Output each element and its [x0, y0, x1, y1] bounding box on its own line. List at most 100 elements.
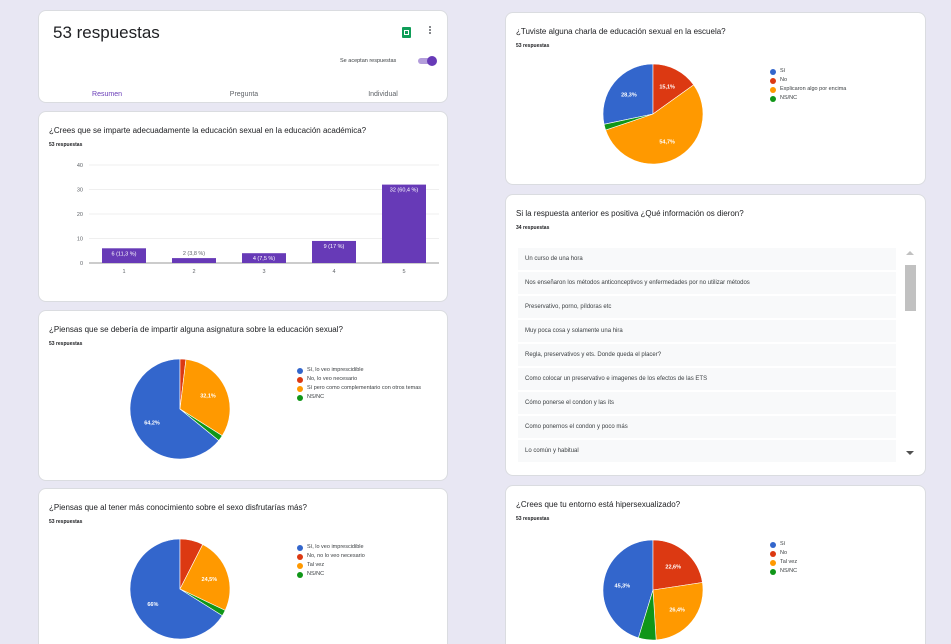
question-card-hypersexualized: ¿Crees que tu entorno está hipersexualiz… [505, 485, 926, 644]
legend-item: No [770, 550, 910, 557]
bar [172, 258, 216, 263]
list-item: Preservativo, porno, píldoras etc [518, 296, 896, 318]
chart-legend: Sí, lo veo imprescidible No, lo veo nece… [297, 367, 437, 403]
question-title: ¿Tuviste alguna charla de educación sexu… [516, 27, 726, 36]
question-title: Si la respuesta anterior es positiva ¿Qu… [516, 209, 744, 218]
x-tick-label: 5 [402, 269, 405, 275]
tab-pregunta[interactable]: Pregunta [214, 83, 274, 102]
slice-label: 15,1% [659, 84, 675, 90]
slice-label: 24,5% [202, 577, 218, 583]
legend-label: Sí, lo veo imprescidible [307, 544, 364, 550]
bar [382, 184, 426, 263]
legend-item: NS/NC [297, 571, 437, 578]
legend-label: NS/NC [780, 95, 798, 101]
sheets-icon[interactable] [402, 27, 411, 38]
legend-item: NS/NC [770, 95, 910, 102]
slice-label: 22,6% [665, 564, 681, 570]
data-label: 6 (11,3 %) [112, 251, 137, 257]
pie-chart: 64,2% 32,1% [129, 358, 231, 460]
tab-resumen[interactable]: Resumen [77, 83, 137, 102]
summary-header-card: 53 respuestas Se aceptan respuestas Resu… [38, 10, 448, 103]
tab-resumen-label: Resumen [92, 91, 122, 98]
legend-label: Tal vez [307, 562, 325, 568]
legend-label: Sí [780, 541, 786, 547]
accepting-responses-toggle[interactable] [418, 56, 437, 66]
y-tick-label: 30 [77, 188, 83, 194]
tab-individual[interactable]: Individual [353, 83, 413, 102]
x-tick-label: 2 [192, 269, 195, 275]
list-item: Cómo ponerse el condon y las íts [518, 392, 896, 414]
legend-item: Sí, lo veo imprescidible [297, 544, 437, 551]
x-tick-label: 1 [122, 269, 125, 275]
response-count: 53 respuestas [49, 142, 83, 148]
question-card-education-adequate: ¿Crees que se imparte adecuadamente la e… [38, 111, 448, 302]
legend-label: NS/NC [307, 571, 325, 577]
slice-label: 45,3% [615, 583, 631, 589]
response-count: 53 respuestas [516, 43, 550, 49]
question-title: ¿Piensas que al tener más conocimiento s… [49, 503, 307, 512]
chart-legend: Sí No Tal vez NS/NC [770, 541, 910, 577]
question-card-school-talk: ¿Tuviste alguna charla de educación sexu… [505, 12, 926, 185]
response-count-title: 53 respuestas [53, 23, 160, 42]
legend-label: NS/NC [307, 394, 325, 400]
y-tick-label: 20 [77, 212, 83, 218]
legend-item: Sí, lo veo imprescidible [297, 367, 437, 374]
legend-item: No [770, 77, 910, 84]
legend-item: Tal vez [297, 562, 437, 569]
question-title: ¿Crees que tu entorno está hipersexualiz… [516, 500, 681, 509]
y-tick-label: 40 [77, 163, 83, 169]
pie-chart: 66% 24,5% [129, 538, 231, 640]
tab-pregunta-label: Pregunta [229, 91, 259, 98]
scrollbar[interactable] [902, 247, 918, 463]
list-item: Nos enseñaron los métodos anticonceptivo… [518, 272, 896, 294]
slice-label: 28,3% [621, 92, 637, 98]
question-card-subject-needed: ¿Piensas que se debería de impartir algu… [38, 310, 448, 481]
data-label: 4 (7,5 %) [253, 256, 275, 262]
accepting-responses-label: Se aceptan respuestas [340, 58, 397, 64]
slice-label: 66% [147, 602, 158, 608]
slice-label: 64,2% [144, 420, 160, 426]
list-item: Como colocar un preservativo e imagenes … [518, 368, 896, 390]
list-item: Regla, preservativos y ets. Donde queda … [518, 344, 896, 366]
legend-item: No, no lo veo necesario [297, 553, 437, 560]
response-count: 53 respuestas [49, 341, 83, 347]
legend-label: Tal vez [780, 559, 798, 565]
scroll-down-icon[interactable] [906, 451, 914, 455]
more-options-icon[interactable] [428, 25, 432, 39]
list-item: Muy poca cosa y solamente una hira [518, 320, 896, 342]
legend-label: Sí pero como complementario con otros te… [307, 385, 422, 391]
x-tick-label: 4 [332, 269, 335, 275]
slice-label: 32,1% [200, 394, 216, 400]
slice-label: 54,7% [659, 140, 675, 146]
pie-chart: 28,3% 15,1% 54,7% [602, 63, 704, 165]
bar-chart: 0 10 20 30 40 6 (11,3 %) 1 2 (3,8 %) 2 4 (7,5 %) 3… [77, 163, 439, 275]
legend-label: No [780, 77, 788, 83]
chart-legend: Sí, lo veo imprescidible No, no lo veo n… [297, 544, 437, 580]
list-item: Como ponernos el condon y poco más [518, 416, 896, 438]
data-label: 32 (60,4 %) [390, 188, 419, 194]
scroll-up-icon[interactable] [906, 251, 914, 255]
pie-chart: 45,3% 22,6% 26,4% [602, 539, 704, 641]
y-tick-label: 0 [80, 261, 83, 267]
legend-item: NS/NC [770, 568, 910, 575]
data-label: 2 (3,8 %) [183, 251, 205, 257]
legend-item: Explicaron algo por encima [770, 86, 910, 93]
legend-label: Sí, lo veo imprescidible [307, 367, 364, 373]
chart-legend: Sí No Explicaron algo por encima NS/NC [770, 68, 910, 104]
legend-label: NS/NC [780, 568, 798, 574]
legend-label: No, lo veo necesario [307, 376, 358, 382]
question-title: ¿Piensas que se debería de impartir algu… [49, 325, 343, 334]
x-tick-label: 3 [262, 269, 265, 275]
legend-label: Sí [780, 68, 786, 74]
slice-label: 26,4% [669, 607, 685, 613]
response-count: 53 respuestas [516, 516, 550, 522]
response-count: 34 respuestas [516, 225, 550, 231]
scrollbar-thumb[interactable] [905, 265, 916, 311]
tab-individual-label: Individual [368, 91, 398, 98]
question-card-enjoy-more: ¿Piensas que al tener más conocimiento s… [38, 488, 448, 644]
response-count: 53 respuestas [49, 519, 83, 525]
legend-label: Explicaron algo por encima [780, 86, 847, 92]
legend-item: No, lo veo necesario [297, 376, 437, 383]
question-title: ¿Crees que se imparte adecuadamente la e… [49, 126, 367, 135]
legend-item: NS/NC [297, 394, 437, 401]
